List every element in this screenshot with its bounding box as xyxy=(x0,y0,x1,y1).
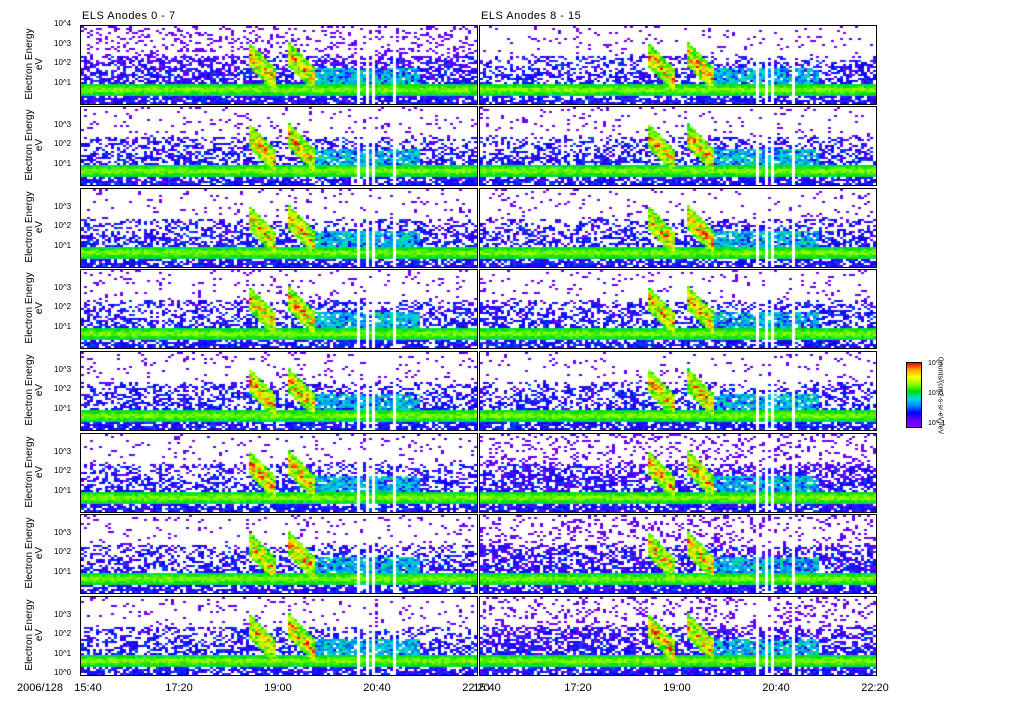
spectrogram-image xyxy=(480,26,876,104)
y-axis-label: Electron Energy eV xyxy=(24,345,45,435)
spectrogram-image xyxy=(480,270,876,348)
spectrogram-image xyxy=(81,26,477,104)
spectrogram-panel xyxy=(479,269,877,349)
spectrogram-panel xyxy=(479,514,877,594)
y-tick-label: 10^3 xyxy=(54,527,72,537)
spectrogram-image xyxy=(81,434,477,512)
spectrogram-image xyxy=(81,352,477,430)
x-tick-label: 17:20 xyxy=(165,682,193,694)
y-tick-label: 10^2 xyxy=(54,384,72,393)
y-tick-label: 10^3 xyxy=(54,446,72,456)
y-axis-label: Electron Energy eV xyxy=(24,182,45,272)
spectrogram-image xyxy=(81,597,477,675)
y-axis-unit: eV xyxy=(34,220,45,234)
y-tick-label: 10^1 xyxy=(54,403,72,413)
y-axis-label: Electron Energy eV xyxy=(24,263,45,353)
y-tick-label: 10^1 xyxy=(54,77,72,87)
y-tick-label: 10^2 xyxy=(54,58,72,67)
spectrogram-panel xyxy=(80,433,478,513)
x-tick-label: 17:20 xyxy=(564,682,592,694)
colorbar xyxy=(906,362,922,428)
spectrogram-image xyxy=(81,270,477,348)
y-tick-label: 10^2 xyxy=(54,221,72,230)
y-tick-label: 10^2 xyxy=(54,139,72,148)
x-tick-label: 19:00 xyxy=(264,682,292,694)
colorbar-title: Counts/(cm2-s-sr-eV)/eV xyxy=(936,356,944,435)
right-column-title: ELS Anodes 8 - 15 xyxy=(481,10,582,22)
spectrogram-panel xyxy=(479,106,877,186)
y-tick-label: 10^3 xyxy=(54,201,72,211)
spectrogram-image xyxy=(480,189,876,267)
spectrogram-image xyxy=(480,597,876,675)
spectrogram-panel xyxy=(479,433,877,513)
y-axis-unit: eV xyxy=(34,57,45,71)
spectrogram-panel xyxy=(479,25,877,105)
spectrogram-panel xyxy=(80,188,478,268)
y-tick-label: 10^2 xyxy=(54,466,72,475)
y-tick-label: 10^3 xyxy=(54,282,72,292)
spectrogram-panel xyxy=(80,269,478,349)
y-tick-label: 10^1 xyxy=(54,566,72,576)
y-tick-label: 10^4 xyxy=(54,19,72,28)
y-axis-unit: eV xyxy=(34,383,45,397)
spectrogram-panel xyxy=(80,106,478,186)
spectrogram-image xyxy=(81,189,477,267)
y-tick-label: 10^1 xyxy=(54,485,72,495)
spectrogram-image xyxy=(81,515,477,593)
y-axis-unit: eV xyxy=(34,628,45,642)
spectrogram-panel xyxy=(479,596,877,676)
y-tick-label: 10^0 xyxy=(54,668,72,677)
spectrogram-panel xyxy=(80,25,478,105)
spectrogram-image xyxy=(480,352,876,430)
y-tick-label: 10^1 xyxy=(54,648,72,658)
spectrogram-panel xyxy=(80,596,478,676)
y-tick-label: 10^1 xyxy=(54,158,72,168)
date-label: 2006/128 xyxy=(17,682,63,694)
y-axis-unit: eV xyxy=(34,546,45,560)
spectrogram-image xyxy=(81,107,477,185)
spectrogram-image xyxy=(480,434,876,512)
spectrogram-panel xyxy=(80,514,478,594)
y-tick-label: 10^2 xyxy=(54,547,72,556)
y-axis-label: Electron Energy eV xyxy=(24,508,45,598)
y-axis-unit: eV xyxy=(34,301,45,315)
y-tick-label: 10^3 xyxy=(54,38,72,48)
y-axis-unit: eV xyxy=(34,138,45,152)
y-axis-label: Electron Energy eV xyxy=(24,100,45,190)
y-axis-label: Electron Energy eV xyxy=(24,427,45,517)
y-axis-label: Electron Energy eV xyxy=(24,19,45,109)
y-tick-label: 10^2 xyxy=(54,629,72,638)
x-tick-label: 15:40 xyxy=(473,682,501,694)
x-tick-label: 20:40 xyxy=(363,682,391,694)
y-axis-unit: eV xyxy=(34,465,45,479)
y-tick-label: 10^2 xyxy=(54,302,72,311)
spectrogram-panel xyxy=(479,351,877,431)
spectrogram-panel xyxy=(479,188,877,268)
spectrogram-image xyxy=(480,515,876,593)
spectrogram-image xyxy=(480,107,876,185)
y-tick-label: 10^3 xyxy=(54,364,72,374)
y-tick-label: 10^1 xyxy=(54,321,72,331)
x-tick-label: 15:40 xyxy=(74,682,102,694)
x-tick-label: 22:20 xyxy=(861,682,889,694)
x-tick-label: 20:40 xyxy=(762,682,790,694)
y-tick-label: 10^3 xyxy=(54,609,72,619)
spectrogram-panel xyxy=(80,351,478,431)
y-tick-label: 10^3 xyxy=(54,119,72,129)
left-column-title: ELS Anodes 0 - 7 xyxy=(82,10,176,22)
y-tick-label: 10^1 xyxy=(54,240,72,250)
y-axis-label: Electron Energy eV xyxy=(24,590,45,680)
x-tick-label: 19:00 xyxy=(663,682,691,694)
